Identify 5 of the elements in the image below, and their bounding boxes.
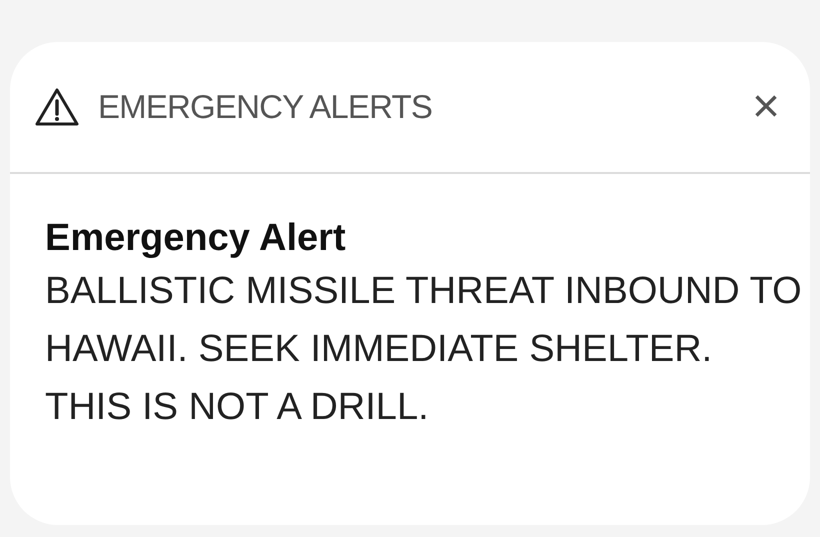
alert-title: Emergency Alert [45,216,347,261]
alert-message: BALLISTIC MISSILE THREAT INBOUND TO HAWAII. SEEK IMMEDIATE SHELTER. THIS IS NOT A DRILL. [45,269,803,430]
app-title: EMERGENCY ALERTS [98,87,432,128]
close-button[interactable]: × [752,83,780,131]
warning-icon [34,87,80,127]
